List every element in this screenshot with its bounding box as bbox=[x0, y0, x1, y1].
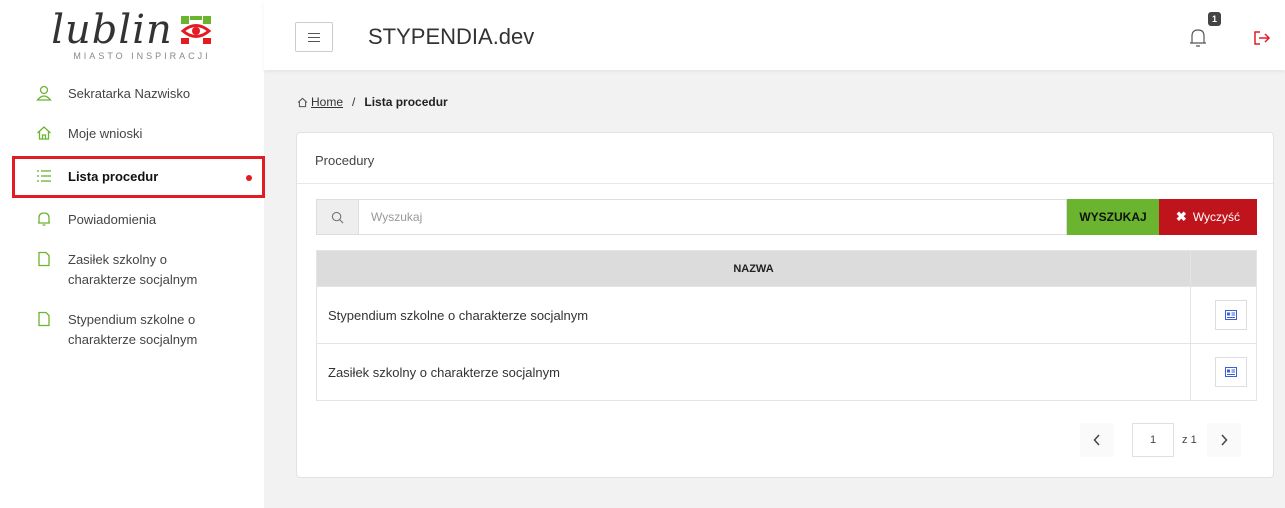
search-bar: WYSZUKAJ ✖ Wyczyść bbox=[316, 199, 1257, 235]
active-indicator-dot bbox=[246, 175, 252, 181]
procedures-card: Procedury WYSZUKAJ ✖ Wyczyść NAZWA Stype… bbox=[296, 132, 1274, 478]
id-card-icon bbox=[1225, 310, 1237, 320]
next-page-button[interactable] bbox=[1206, 423, 1241, 457]
sidebar-item-label: Sekratarka Nazwisko bbox=[68, 86, 191, 101]
sidebar-item-label: Stypendium szkolne o charakterze socjaln… bbox=[68, 312, 198, 347]
search-icon bbox=[316, 199, 358, 235]
chevron-left-icon bbox=[1093, 434, 1100, 446]
sidebar-nav: Sekratarka Nazwisko Moje wnioski Lista p… bbox=[0, 74, 265, 360]
bell-icon bbox=[38, 212, 50, 226]
search-input[interactable] bbox=[358, 199, 1067, 235]
sidebar: lublin MIASTO INSPIRACJI Sekratarka Nazw… bbox=[0, 0, 265, 508]
card-title: Procedury bbox=[297, 133, 1273, 184]
sidebar-item-label: Powiadomienia bbox=[68, 212, 157, 227]
home-icon bbox=[37, 126, 51, 140]
file-icon bbox=[38, 251, 50, 267]
breadcrumb-home-link[interactable]: Home bbox=[311, 95, 343, 109]
procedures-table: NAZWA Stypendium szkolne o charakterze s… bbox=[316, 250, 1257, 401]
details-button[interactable] bbox=[1215, 357, 1247, 387]
file-icon bbox=[38, 311, 50, 327]
home-icon bbox=[297, 97, 308, 107]
pagination: 1 z 1 bbox=[1080, 423, 1241, 457]
breadcrumb-separator: / bbox=[352, 95, 356, 109]
table-row: Zasiłek szkolny o charakterze socjalnym bbox=[316, 343, 1257, 401]
lublin-emblem-icon bbox=[180, 15, 212, 44]
app-title: STYPENDIA.dev bbox=[368, 24, 535, 49]
previous-page-button[interactable] bbox=[1080, 423, 1114, 457]
topbar: STYPENDIA.dev 1 bbox=[264, 0, 1285, 70]
search-button[interactable]: WYSZUKAJ bbox=[1067, 199, 1159, 235]
column-header-action bbox=[1190, 250, 1257, 287]
details-button[interactable] bbox=[1215, 300, 1247, 330]
sidebar-item-label: Lista procedur bbox=[68, 169, 159, 184]
logo-text: lublin bbox=[51, 6, 173, 53]
sidebar-item-stypendium[interactable]: Stypendium szkolne o charakterze socjaln… bbox=[0, 300, 264, 360]
sidebar-item-label: Zasiłek szkolny o charakterze socjalnym bbox=[68, 252, 198, 287]
sidebar-item-powiadomienia[interactable]: Powiadomienia bbox=[0, 200, 264, 240]
clear-button-label: Wyczyść bbox=[1192, 210, 1241, 224]
notification-count-badge: 1 bbox=[1208, 12, 1221, 26]
sidebar-item-zasilek[interactable]: Zasiłek szkolny o charakterze socjalnym bbox=[0, 240, 264, 300]
sidebar-item-label: Moje wnioski bbox=[68, 126, 143, 141]
sidebar-item-lista-procedur[interactable]: Lista procedur bbox=[12, 156, 265, 198]
sidebar-item-moje-wnioski[interactable]: Moje wnioski bbox=[0, 114, 264, 154]
procedure-name: Zasiłek szkolny o charakterze socjalnym bbox=[316, 343, 1191, 401]
menu-toggle-button[interactable] bbox=[295, 22, 333, 52]
notifications-bell-icon[interactable] bbox=[1188, 27, 1208, 49]
logo-tagline: MIASTO INSPIRACJI bbox=[73, 50, 211, 61]
row-actions bbox=[1190, 286, 1257, 344]
list-icon bbox=[37, 170, 51, 182]
logout-icon[interactable] bbox=[1253, 29, 1271, 47]
table-header-row: NAZWA bbox=[316, 250, 1257, 287]
user-icon bbox=[36, 85, 52, 101]
sidebar-item-user[interactable]: Sekratarka Nazwisko bbox=[0, 74, 264, 114]
table-row: Stypendium szkolne o charakterze socjaln… bbox=[316, 286, 1257, 344]
id-card-icon bbox=[1225, 367, 1237, 377]
chevron-right-icon bbox=[1221, 434, 1228, 446]
page-number-input[interactable]: 1 bbox=[1132, 423, 1174, 457]
column-header-name: NAZWA bbox=[316, 250, 1191, 287]
breadcrumb-current: Lista procedur bbox=[364, 95, 448, 109]
breadcrumb: Home / Lista procedur bbox=[297, 95, 448, 109]
row-actions bbox=[1190, 343, 1257, 401]
logo[interactable]: lublin MIASTO INSPIRACJI bbox=[0, 0, 264, 70]
close-icon: ✖ bbox=[1175, 209, 1187, 224]
hamburger-icon bbox=[308, 32, 320, 34]
page-of-label: z 1 bbox=[1182, 434, 1197, 446]
clear-button[interactable]: ✖ Wyczyść bbox=[1159, 199, 1257, 235]
procedure-name: Stypendium szkolne o charakterze socjaln… bbox=[316, 286, 1191, 344]
